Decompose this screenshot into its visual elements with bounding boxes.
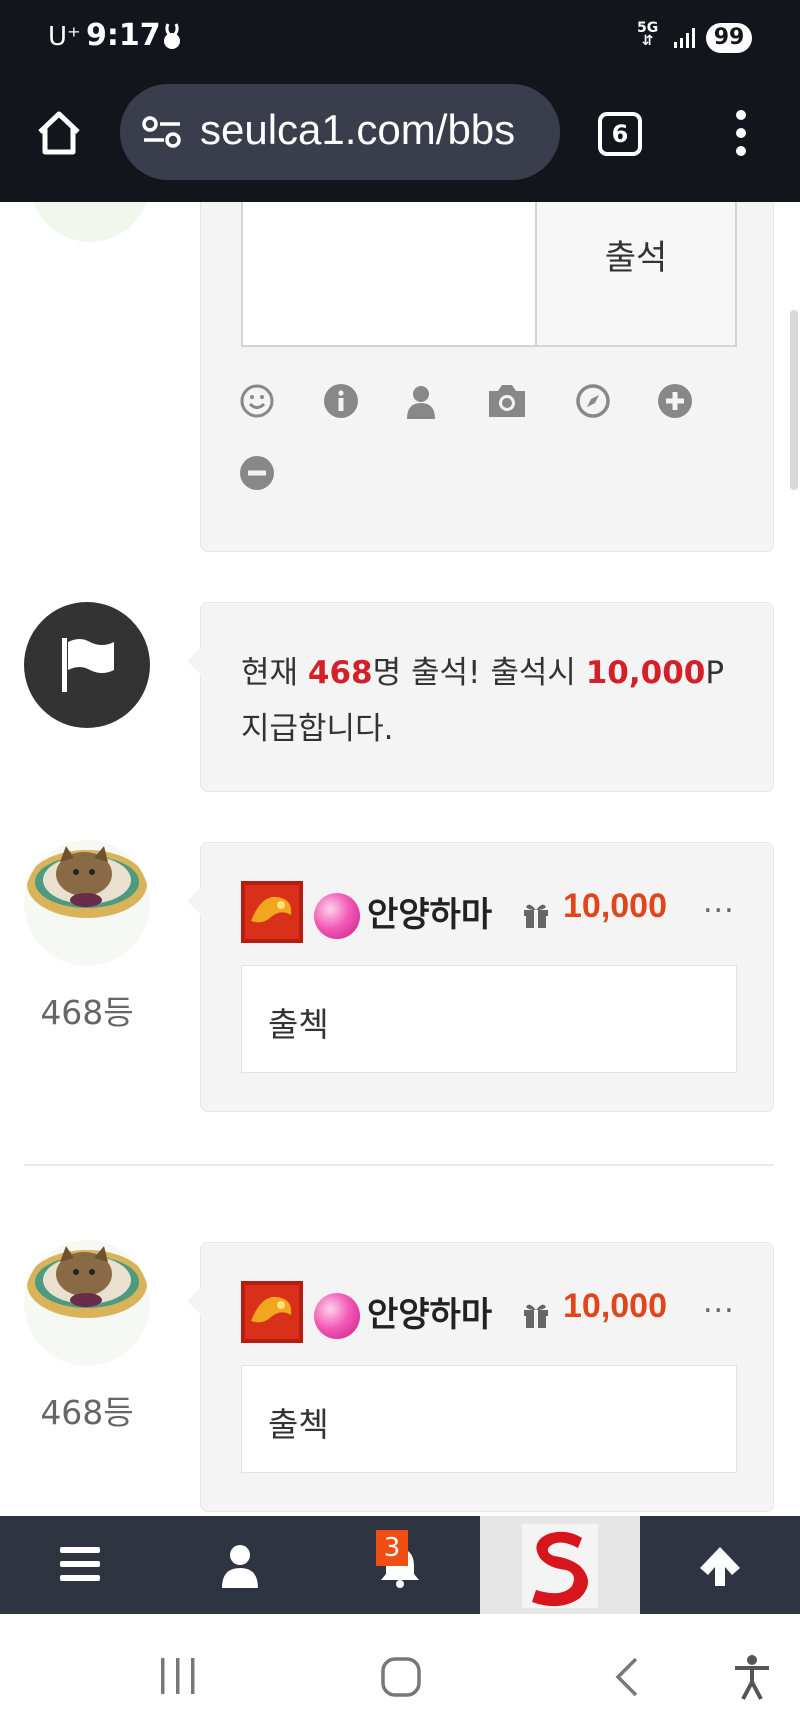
menu-icon: [60, 1547, 100, 1581]
page-content: 출석 현재 468명 출석! 출석시 10,000P 지급합니다. 468등 안…: [0, 202, 800, 1516]
network-indicator: 5G ⇵: [637, 20, 659, 49]
browser-chrome: U⁺ 9:17 5G ⇵ 99 seulca1.com/bbs 6: [0, 0, 800, 202]
site-logo-button[interactable]: [480, 1516, 640, 1614]
tab-switcher-button[interactable]: 6: [598, 112, 642, 156]
battery-indicator: 99: [706, 23, 752, 53]
level-badge-icon: [241, 881, 303, 943]
status-bar: U⁺ 9:17 5G ⇵ 99: [0, 0, 800, 76]
minus-icon[interactable]: [239, 455, 275, 491]
page-scrollbar[interactable]: [790, 310, 798, 490]
comment-divider: [24, 1164, 774, 1166]
member-gem-icon: [314, 1293, 360, 1339]
recent-apps-icon[interactable]: [158, 1656, 198, 1696]
comment-more-button[interactable]: ...: [703, 885, 735, 920]
attendance-points: 10,000: [585, 655, 706, 691]
signal-icon: [674, 28, 695, 48]
cat-avatar-image: [27, 846, 147, 918]
url-text[interactable]: seulca1.com/bbs: [200, 106, 515, 154]
avatar[interactable]: [24, 840, 150, 966]
notice-avatar: [24, 602, 150, 728]
flag-icon: [62, 638, 114, 692]
comment-textarea[interactable]: [241, 202, 537, 347]
comment-author[interactable]: 안양하마: [367, 887, 492, 936]
system-nav-bar: [0, 1614, 800, 1734]
avatar[interactable]: [24, 1240, 150, 1366]
rank-label: 468등: [40, 1393, 134, 1432]
rank-label: 468등: [40, 993, 134, 1032]
user-icon: [222, 1545, 258, 1588]
gift-icon: [524, 904, 548, 928]
comment-text: 출첵: [268, 1405, 329, 1444]
user-icon[interactable]: [403, 383, 439, 419]
comment-points: 10,000: [563, 1287, 667, 1325]
plus-icon[interactable]: [657, 383, 693, 419]
notice-text: 현재 468명 출석! 출석시 10,000P 지급합니다.: [241, 655, 725, 747]
back-icon[interactable]: [612, 1656, 642, 1698]
comment-text: 출첵: [268, 1005, 329, 1044]
comment-body: 출첵: [241, 965, 737, 1073]
site-logo-icon: [522, 1524, 598, 1608]
comment-body: 출첵: [241, 1365, 737, 1473]
member-button[interactable]: [160, 1516, 320, 1614]
attendance-count: 468: [307, 655, 373, 691]
more-options-icon[interactable]: [730, 108, 752, 158]
comment-points: 10,000: [563, 887, 667, 925]
attendance-notice: 현재 468명 출석! 출석시 10,000P 지급합니다.: [187, 602, 774, 792]
compass-icon[interactable]: [575, 383, 611, 419]
site-bottom-nav: 3: [0, 1516, 800, 1614]
comment-item: 안양하마 10,000 ... 출첵: [187, 842, 774, 1112]
attendance-submit-button[interactable]: 출석: [535, 202, 737, 347]
accessibility-icon[interactable]: [732, 1654, 772, 1700]
arrow-up-icon: [700, 1547, 740, 1586]
avatar: [30, 202, 150, 242]
smile-icon[interactable]: [239, 383, 275, 419]
comment-more-button[interactable]: ...: [703, 1285, 735, 1320]
cat-avatar-image: [27, 1246, 147, 1318]
camera-icon[interactable]: [485, 381, 529, 421]
info-icon[interactable]: [323, 383, 359, 419]
home-icon[interactable]: [34, 108, 84, 158]
home-nav-icon[interactable]: [380, 1656, 422, 1698]
attendance-write-form: 출석: [200, 202, 774, 552]
notification-count-badge: 3: [376, 1530, 408, 1566]
comment-author[interactable]: 안양하마: [367, 1287, 492, 1336]
scroll-top-button[interactable]: [640, 1516, 800, 1614]
gift-icon: [524, 1304, 548, 1328]
member-gem-icon: [314, 893, 360, 939]
rabbit-icon: [164, 23, 180, 49]
carrier-label: U⁺: [48, 22, 81, 52]
comment-item: 안양하마 10,000 ... 출첵: [187, 1242, 774, 1512]
menu-button[interactable]: [0, 1516, 160, 1614]
level-badge-icon: [241, 1281, 303, 1343]
site-settings-icon[interactable]: [142, 115, 182, 149]
address-bar[interactable]: seulca1.com/bbs: [120, 84, 560, 180]
status-time: 9:17: [86, 18, 161, 53]
